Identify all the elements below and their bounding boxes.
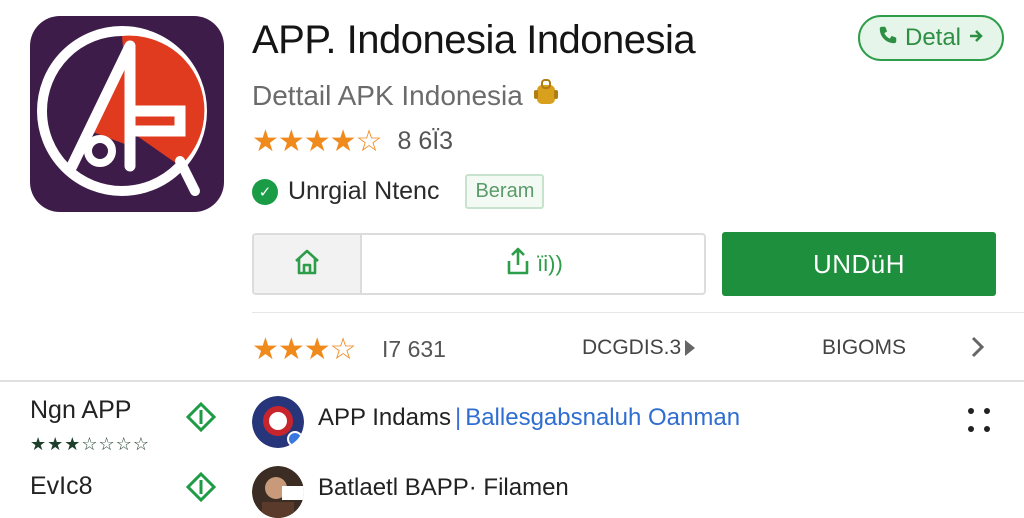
detail-button-label: Detal (904, 24, 962, 51)
stats-category: BIGOMS (822, 336, 907, 359)
list-item[interactable]: APP Indams | Ballesgabsnaluh Oanman (318, 404, 740, 432)
app-title: APP. Indonesia Indonesia (252, 18, 696, 62)
side-item-evic8[interactable]: EvIc8 (30, 472, 93, 501)
list-item-title: APP Indams (318, 404, 451, 431)
developer-name[interactable]: Unrgial Ntenc (288, 177, 439, 206)
stats-downloads: DCGDIS.3 (582, 336, 697, 360)
stats-row: ★★★☆ I7 631 DCGDIS.3 BIGOMS (252, 332, 1012, 366)
app-icon (30, 16, 224, 212)
more-options-icon[interactable] (966, 404, 996, 438)
list-item-link[interactable]: Ballesgabsnaluh Oanman (465, 404, 740, 431)
share-label: ïi)) (537, 251, 563, 276)
separator: | (454, 404, 462, 431)
section-divider (0, 380, 1024, 382)
diamond-arrow-icon[interactable] (185, 401, 217, 433)
rating-count: 8 6Ï3 (397, 127, 454, 155)
stats-separator (252, 312, 1024, 313)
action-bar: ïi)) (252, 233, 706, 295)
stats-downloads-text: DCGDIS.3 (582, 336, 682, 359)
app-subtitle: Dettail APK Indonesia (252, 78, 559, 113)
share-button[interactable]: ïi)) (362, 235, 704, 293)
detail-button[interactable]: Detal (858, 15, 1004, 61)
home-button[interactable] (254, 235, 362, 293)
developer-icon: ✓ (252, 178, 278, 205)
play-icon (685, 340, 696, 356)
stats-stars: ★★★☆ (252, 333, 357, 366)
list-item[interactable]: Batlaetl BAPP· Filamen (318, 474, 569, 502)
chevron-right-icon[interactable] (968, 332, 988, 369)
app-subtitle-text: Dettail APK Indonesia (252, 79, 523, 111)
category-badge[interactable]: Beram (465, 174, 545, 209)
diamond-arrow-icon[interactable] (185, 471, 217, 503)
download-button[interactable]: UNDüH (722, 232, 996, 296)
developer-row: ✓ Unrgial Ntenc Beram (252, 174, 545, 209)
side-item-stars: ★★★☆☆☆☆ (30, 434, 150, 454)
home-icon (291, 246, 323, 283)
chevron-right-icon (967, 24, 985, 52)
side-item-ngn-app[interactable]: Ngn APP (30, 396, 131, 425)
share-icon (503, 245, 533, 283)
avatar[interactable] (252, 396, 304, 448)
rating-row: ★★★★☆ 8 6Ï3 (252, 124, 453, 159)
rating-stars: ★★★★☆ (252, 125, 382, 158)
avatar[interactable] (252, 466, 304, 518)
stats-count: I7 631 (382, 336, 446, 362)
phone-icon (877, 24, 899, 53)
bag-icon (533, 78, 559, 113)
